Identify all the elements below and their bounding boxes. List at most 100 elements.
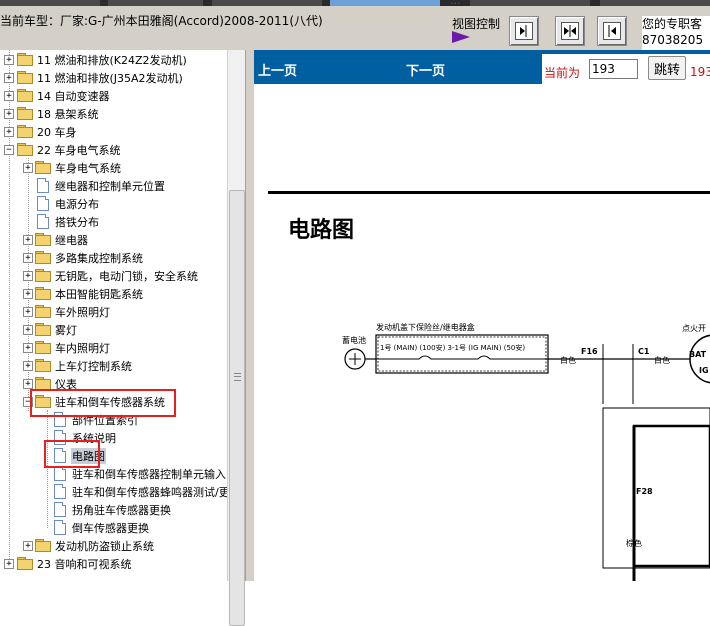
folder-open-icon <box>17 143 33 156</box>
tree-item[interactable]: + 发动机防盗锁止系统 <box>0 537 227 555</box>
tree-item[interactable]: + 14 自动变速器 <box>0 87 227 105</box>
arrow-left-icon <box>608 25 616 37</box>
expand-icon[interactable]: + <box>23 343 33 353</box>
current-page-label: 当前为 <box>544 66 581 80</box>
tree-item[interactable]: 电源分布 <box>0 195 227 213</box>
tree-item-label: 倒车传感器更换 <box>72 522 149 535</box>
view-control-label: 视图控制 <box>452 17 501 31</box>
tree-item-label: 搭铁分布 <box>55 216 99 229</box>
top-bar: ... 当前车型：厂家:G-广州本田雅阁(Accord)2008-2011(八代… <box>0 0 710 50</box>
tree-item[interactable]: + 11 燃油和排放(K24Z2发动机) <box>0 51 227 69</box>
expand-icon[interactable]: + <box>23 325 33 335</box>
document-icon <box>54 502 66 517</box>
next-page-link[interactable]: 下一页 <box>406 60 445 79</box>
folder-icon <box>17 71 33 84</box>
tree-item[interactable]: 驻车和倒车传感器蜂鸣器测试/更 <box>0 483 227 501</box>
tree-item-selected[interactable]: 电路图 <box>0 447 227 465</box>
tree-item-label: 11 燃油和排放(J35A2发动机) <box>37 72 183 85</box>
expand-icon[interactable]: + <box>4 55 14 65</box>
tree-item[interactable]: 搭铁分布 <box>0 213 227 231</box>
tree-item[interactable]: 继电器和控制单元位置 <box>0 177 227 195</box>
tree-item[interactable]: − 22 车身电气系统 <box>0 141 227 159</box>
document-icon <box>54 520 66 535</box>
expand-icon[interactable]: + <box>23 271 33 281</box>
tree-item-label: 驻车和倒车传感器控制单元输入 <box>72 468 226 481</box>
scrollbar-thumb[interactable] <box>229 190 245 626</box>
folder-icon <box>35 233 51 246</box>
tree-item[interactable]: 拐角驻车传感器更换 <box>0 501 227 519</box>
folder-icon <box>35 161 51 174</box>
expand-icon[interactable]: + <box>4 73 14 83</box>
page-number-input[interactable] <box>589 59 638 79</box>
tree-item-label: 14 自动变速器 <box>37 90 110 103</box>
expand-icon[interactable]: + <box>4 559 14 569</box>
tree-item[interactable]: + 11 燃油和排放(J35A2发动机) <box>0 69 227 87</box>
expand-icon[interactable]: + <box>23 307 33 317</box>
expand-icon[interactable]: + <box>23 235 33 245</box>
tree-item[interactable]: + 20 车身 <box>0 123 227 141</box>
document-icon <box>37 178 49 193</box>
document-icon <box>54 466 66 481</box>
tree-item[interactable]: + 23 音响和可视系统 <box>0 555 227 573</box>
tree-item[interactable]: + 18 悬架系统 <box>0 105 227 123</box>
expand-icon[interactable]: + <box>4 127 14 137</box>
view-expand-left-button[interactable] <box>597 16 627 46</box>
folder-icon <box>17 89 33 102</box>
tree-item[interactable]: + 车外照明灯 <box>0 303 227 321</box>
tree-item[interactable]: 倒车传感器更换 <box>0 519 227 537</box>
tree-item-label: 18 悬架系统 <box>37 108 99 121</box>
tree-item-label: 20 车身 <box>37 126 77 139</box>
folder-icon <box>35 359 51 372</box>
tree-item-label: 驻车和倒车传感器蜂鸣器测试/更 <box>72 486 227 499</box>
folder-icon <box>35 341 51 354</box>
view-control-arrow-icon[interactable] <box>452 31 470 43</box>
expand-icon[interactable]: + <box>23 253 33 263</box>
expand-icon[interactable]: + <box>23 361 33 371</box>
tree-item-label: 电源分布 <box>55 198 99 211</box>
tree-item-label: 继电器 <box>55 234 88 247</box>
expand-icon[interactable]: + <box>23 289 33 299</box>
terminal-bat: BAT <box>689 350 707 359</box>
expand-icon[interactable]: + <box>4 91 14 101</box>
page-jump-panel: 当前为 跳转 193 <box>542 54 710 84</box>
highlight-box <box>44 440 100 468</box>
tree-item-label: 多路集成控制系统 <box>55 252 143 265</box>
fuse-box-label: 发动机盖下保险丝/继电器盒 <box>376 322 475 332</box>
collapse-icon[interactable]: − <box>4 145 14 155</box>
tree-item-label: 拐角驻车传感器更换 <box>72 504 171 517</box>
wire-color-white-2: 白色 <box>654 355 670 365</box>
expand-icon[interactable]: + <box>23 379 33 389</box>
tree-item[interactable]: + 雾灯 <box>0 321 227 339</box>
tree-item[interactable]: + 本田智能钥匙系统 <box>0 285 227 303</box>
view-expand-right-button[interactable] <box>509 16 539 46</box>
toolbar-ellipsis[interactable]: ... <box>450 0 461 7</box>
view-split-button[interactable] <box>555 16 585 46</box>
folder-icon <box>35 323 51 336</box>
tree-item-label: 车身电气系统 <box>55 162 121 175</box>
document-viewer: 电路图 蓄电池 发动机盖下保险丝/继电器盒 1号 (MAIN) (100安) 3… <box>254 84 710 581</box>
jump-button[interactable]: 跳转 <box>648 56 686 80</box>
tree-item[interactable]: + 车内照明灯 <box>0 339 227 357</box>
fuse-box-fuses: 1号 (MAIN) (100安) 3-1号 (IG MAIN) (50安) <box>380 343 525 352</box>
tree-item-label: 本田智能钥匙系统 <box>55 288 143 301</box>
tree-scrollbar[interactable] <box>227 50 245 626</box>
highlight-box <box>30 389 176 417</box>
terminal-ig: IG <box>699 366 709 375</box>
expand-icon[interactable]: + <box>23 541 33 551</box>
tree-item-label: 22 车身电气系统 <box>37 144 121 157</box>
connector-f16: F16 <box>581 347 598 356</box>
expand-icon[interactable]: + <box>23 163 33 173</box>
tree-item[interactable]: + 无钥匙，电动门锁，安全系统 <box>0 267 227 285</box>
tree-item-label: 雾灯 <box>55 324 77 337</box>
tree-item[interactable]: + 继电器 <box>0 231 227 249</box>
tree-item-label: 继电器和控制单元位置 <box>55 180 165 193</box>
tree-item[interactable]: 驻车和倒车传感器控制单元输入 <box>0 465 227 483</box>
tree-item[interactable]: + 车身电气系统 <box>0 159 227 177</box>
prev-page-link[interactable]: 上一页 <box>258 60 297 79</box>
wire-color-white: 白色 <box>560 355 576 365</box>
tree-item[interactable]: + 上车灯控制系统 <box>0 357 227 375</box>
tree-item[interactable]: + 多路集成控制系统 <box>0 249 227 267</box>
tree-item[interactable]: 系统说明 <box>0 429 227 447</box>
tree-item-label: 车外照明灯 <box>55 306 110 319</box>
expand-icon[interactable]: + <box>4 109 14 119</box>
